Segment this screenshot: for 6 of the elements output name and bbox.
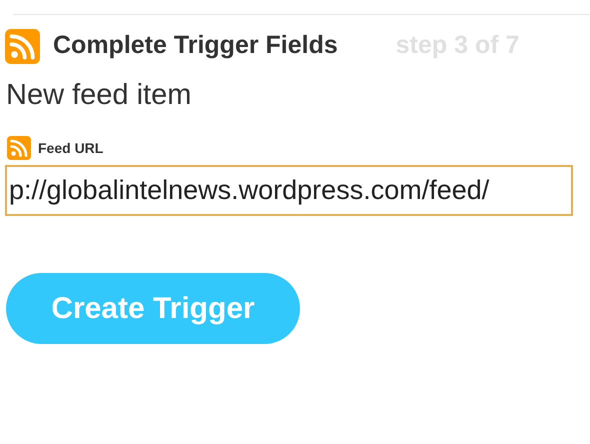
feed-url-field[interactable]: p://globalintelnews.wordpress.com/feed/: [5, 165, 573, 216]
rss-icon: [5, 28, 40, 64]
rss-icon: [7, 136, 31, 160]
trigger-name: New feed item: [6, 78, 192, 113]
field-label: Feed URL: [38, 138, 104, 158]
section-title: Complete Trigger Fields: [53, 30, 338, 62]
